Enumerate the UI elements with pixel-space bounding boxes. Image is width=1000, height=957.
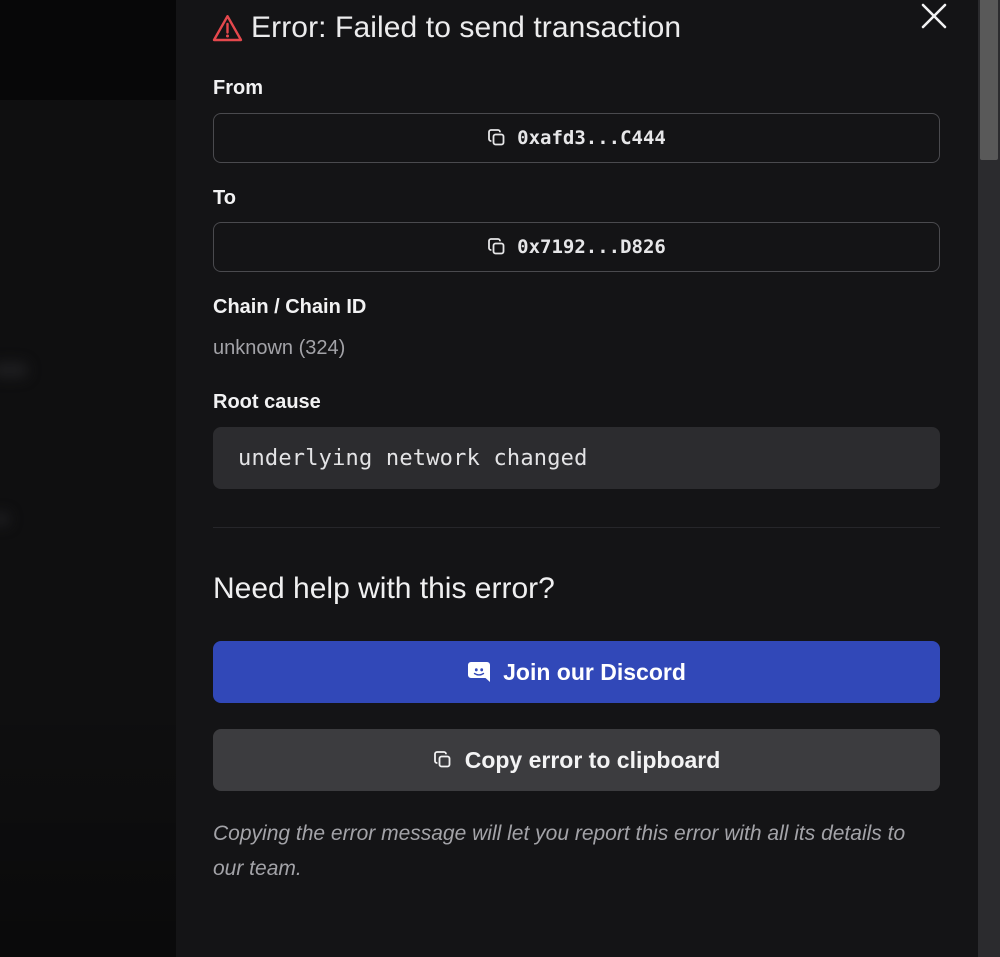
close-button[interactable] xyxy=(918,0,950,32)
dialog-title: Error: Failed to send transaction xyxy=(251,11,682,44)
scrollbar-thumb[interactable] xyxy=(980,0,998,160)
root-cause-value: underlying network changed xyxy=(238,445,588,471)
to-label: To xyxy=(213,187,236,209)
root-cause-label: Root cause xyxy=(213,391,321,413)
discord-icon xyxy=(468,662,491,682)
dimmed-background-page xyxy=(0,0,176,957)
from-address: 0xafd3...C444 xyxy=(517,127,666,149)
from-address-copy-button[interactable]: 0xafd3...C444 xyxy=(213,113,940,163)
background-blur-shape xyxy=(0,512,10,526)
copy-icon xyxy=(433,751,451,768)
close-icon xyxy=(921,3,947,29)
chain-value: unknown (324) xyxy=(213,337,346,359)
chain-label: Chain / Chain ID xyxy=(213,296,367,318)
copy-error-label: Copy error to clipboard xyxy=(464,746,721,773)
to-address-copy-button[interactable]: 0x7192...D826 xyxy=(213,222,940,272)
to-address: 0x7192...D826 xyxy=(517,236,666,258)
root-cause-box: underlying network changed xyxy=(213,427,940,489)
copy-icon xyxy=(488,129,505,146)
copy-help-note: Copying the error message will let you r… xyxy=(213,822,906,880)
help-title: Need help with this error? xyxy=(213,572,555,605)
divider xyxy=(213,527,940,528)
join-discord-button[interactable]: Join our Discord xyxy=(213,641,940,703)
join-discord-label: Join our Discord xyxy=(503,658,686,685)
scrollbar[interactable] xyxy=(978,0,1000,957)
dialog-title-row: Error: Failed to send transaction xyxy=(212,10,681,46)
background-shade xyxy=(0,700,176,957)
warning-triangle-icon xyxy=(212,15,243,42)
copy-icon xyxy=(488,238,505,255)
background-blur-shape xyxy=(0,362,28,378)
copy-error-button[interactable]: Copy error to clipboard xyxy=(213,729,940,791)
from-label: From xyxy=(213,77,263,99)
